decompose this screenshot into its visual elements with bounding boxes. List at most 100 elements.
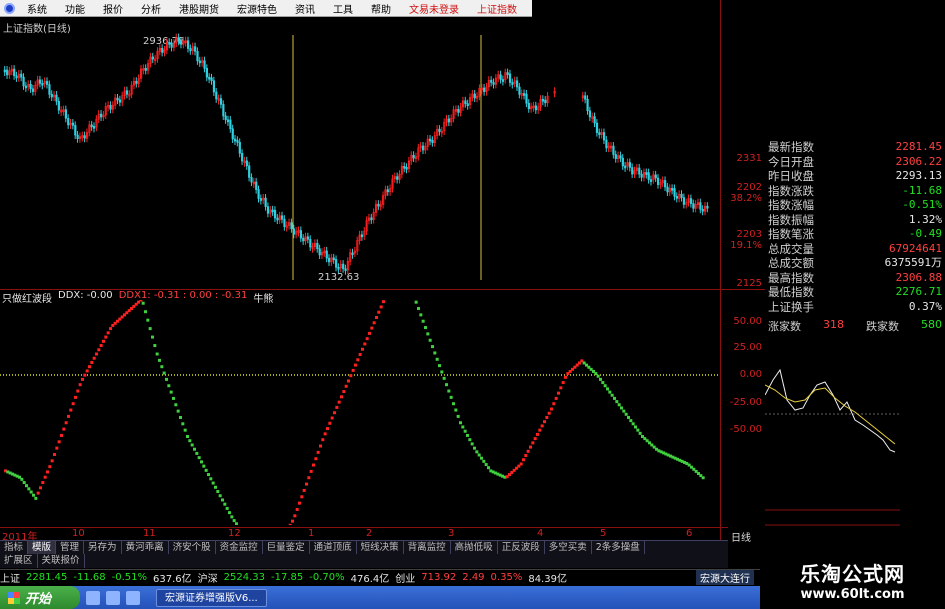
candle [280, 215, 284, 220]
ddx-point [190, 443, 194, 447]
tab-related-quote[interactable]: 关联报价 [38, 554, 85, 568]
candle [403, 165, 406, 169]
tab-8[interactable]: 通道顶底 [310, 540, 357, 555]
menu-item-function[interactable]: 功能 [56, 1, 94, 16]
ddx-point [36, 491, 40, 495]
tab-12[interactable]: 正反波段 [498, 540, 545, 555]
candle [45, 81, 49, 85]
ddx-point [155, 352, 159, 356]
taskbar-app-button[interactable]: 宏源证券增强版V6... [156, 588, 267, 607]
quicklaunch-icon[interactable] [106, 590, 120, 605]
tab-0[interactable]: 指标 [0, 540, 29, 555]
candle [50, 93, 53, 98]
menu-item-help[interactable]: 帮助 [362, 1, 400, 16]
quote-value: -11.68 [902, 183, 942, 197]
menu-item-hk-futures[interactable]: 港股期货 [170, 1, 228, 16]
menu-item-tools[interactable]: 工具 [324, 1, 362, 16]
candle [351, 252, 354, 256]
login-status-link[interactable]: 文易未登录 [400, 1, 468, 16]
ddx-point [302, 488, 306, 492]
candlestick-chart[interactable]: 2936.78 2132.63 [0, 30, 720, 288]
fib-level-label: 38.2% [730, 193, 762, 204]
ddx-point [519, 462, 523, 466]
ddx-point [160, 365, 164, 369]
candle [250, 177, 253, 183]
quote-label: 指数振幅 [768, 212, 814, 227]
menu-item-quote[interactable]: 报价 [94, 1, 132, 16]
status-item: -17.85 [271, 572, 304, 583]
quote-label: 最低指数 [768, 285, 814, 299]
tab-4[interactable]: 黄河乖离 [122, 540, 169, 555]
ddx-point [615, 400, 619, 404]
quicklaunch-icon[interactable] [126, 590, 140, 605]
tab-5[interactable]: 济安个股 [169, 540, 216, 555]
quote-label: 指数涨幅 [768, 198, 814, 212]
candle [682, 197, 686, 205]
tab-13[interactable]: 多空买卖 [545, 540, 592, 555]
intraday-price-line [765, 368, 896, 453]
ddx-point [358, 353, 362, 357]
candle [447, 118, 451, 123]
ddx-point [426, 332, 430, 336]
quicklaunch-icon[interactable] [86, 590, 100, 605]
tab-14[interactable]: 2条多操盘 [592, 540, 645, 555]
ddx-point [463, 429, 467, 433]
tab-10[interactable]: 背离监控 [404, 540, 451, 555]
menu-item-analysis[interactable]: 分析 [132, 1, 170, 16]
candle [499, 74, 502, 80]
period-selector[interactable]: 日线 [728, 527, 760, 567]
menu-item-news[interactable]: 资讯 [286, 1, 324, 16]
ddx-point [356, 358, 360, 362]
candle [125, 90, 129, 95]
ddx-point [288, 523, 292, 525]
candle [236, 139, 239, 143]
tab-1[interactable]: 模版 [28, 540, 57, 555]
tab-3[interactable]: 另存为 [84, 540, 122, 555]
candle [649, 179, 653, 182]
candle [38, 79, 42, 84]
ddx-point [599, 377, 602, 381]
menu-item-special[interactable]: 宏源特色 [228, 1, 286, 16]
ddx-indicator-chart[interactable] [0, 300, 720, 525]
indicator-tabs: 指标 模版 管理 另存为 黄河乖离 济安个股 资金监控 巨量鉴定 通道顶底 短线决策 背离监控 高抛低… [0, 540, 728, 555]
ddx-point [468, 438, 472, 442]
candle [666, 186, 669, 193]
candle [259, 198, 263, 201]
tab-extension[interactable]: 扩展区 [0, 554, 38, 568]
ddx-point [622, 409, 626, 413]
tab-7[interactable]: 巨量鉴定 [263, 540, 310, 555]
tab-6[interactable]: 资金监控 [216, 540, 263, 555]
candle [83, 135, 86, 139]
time-axis: 2011年 10 11 12 1 2 3 4 5 6 [0, 527, 728, 543]
ddx-point [218, 494, 222, 498]
candle [664, 180, 667, 188]
ddx-point [209, 477, 213, 481]
ddx-point [377, 310, 381, 314]
candle [248, 165, 251, 178]
candle [405, 167, 408, 170]
candle [619, 155, 622, 159]
candle [187, 40, 190, 49]
menu-item-system[interactable]: 系统 [18, 1, 56, 16]
ddx-point [431, 345, 434, 349]
intraday-mini-chart[interactable] [765, 340, 945, 545]
ddx-point [221, 498, 224, 502]
candle [241, 152, 244, 162]
ddx-point [473, 446, 476, 450]
ddx-point [305, 482, 308, 486]
watermark-title: 乐淘公式网 [800, 561, 905, 586]
ddx-point [440, 370, 444, 374]
tab-2[interactable]: 管理 [56, 540, 85, 555]
tab-11[interactable]: 高抛低吸 [451, 540, 498, 555]
quote-row: 最高指数 2306.88 [765, 271, 945, 286]
tab-9[interactable]: 短线决策 [357, 540, 404, 555]
ddx-point [104, 335, 108, 339]
start-button[interactable]: 开始 [0, 586, 80, 609]
candle [168, 41, 171, 45]
current-symbol-label: 上证指数 [477, 4, 517, 16]
quote-label: 总成交量 [768, 241, 814, 256]
ddx-point [596, 374, 600, 378]
ddx-point [29, 490, 33, 494]
candle [466, 103, 469, 106]
candle [421, 145, 425, 151]
